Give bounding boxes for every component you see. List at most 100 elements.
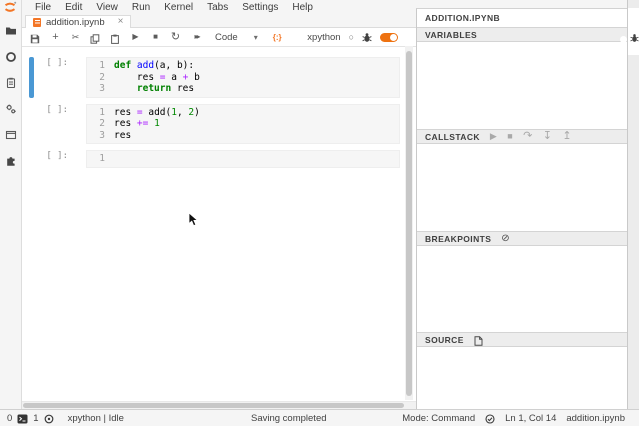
menu-kernel[interactable]: Kernel bbox=[157, 0, 200, 15]
line-number-gutter[interactable]: 2 bbox=[87, 72, 105, 84]
menu-help[interactable]: Help bbox=[285, 0, 320, 15]
step-over-icon[interactable]: ↷ bbox=[523, 130, 533, 143]
continue-icon[interactable]: ▶ bbox=[490, 130, 497, 143]
notebook-cell[interactable]: [ ]:1 bbox=[29, 150, 416, 168]
running-sessions-icon[interactable] bbox=[5, 51, 17, 63]
cell-type-value: Code bbox=[215, 32, 238, 43]
breakpoints-body bbox=[417, 246, 627, 332]
notebook-content: [ ]:1def add(a, b):2 res = a + b3 return… bbox=[22, 47, 416, 401]
file-browser-icon[interactable] bbox=[5, 25, 17, 37]
run-cell-button[interactable]: ▶ bbox=[130, 28, 141, 46]
cell-prompt: [ ]: bbox=[34, 150, 86, 168]
kernels-count[interactable]: 1 bbox=[33, 413, 38, 424]
save-status-message: Saving completed bbox=[251, 413, 327, 424]
interrupt-kernel-button[interactable]: ■ bbox=[150, 28, 161, 46]
code-line: res bbox=[105, 130, 131, 142]
cell-editor[interactable]: 1 bbox=[86, 150, 400, 168]
variables-label: VARIABLES bbox=[425, 30, 477, 40]
status-bar: 0 1 xpython | Idle Saving completed Mode… bbox=[0, 409, 639, 426]
jupyterlab-window: File Edit View Run Kernel Tabs Settings … bbox=[0, 0, 639, 426]
active-filename: addition.ipynb bbox=[566, 413, 625, 424]
notebook-file-icon bbox=[33, 18, 41, 27]
breakpoints-section-header[interactable]: BREAKPOINTS ⊘ bbox=[417, 231, 627, 246]
remove-all-breakpoints-icon[interactable]: ⊘ bbox=[501, 232, 510, 245]
jupyter-logo-icon bbox=[3, 1, 17, 14]
callstack-section-header[interactable]: CALLSTACK ▶ ■ ↷ ↧ ↥ bbox=[417, 129, 627, 144]
left-sidebar bbox=[0, 0, 22, 409]
line-number-gutter[interactable]: 2 bbox=[87, 118, 105, 130]
menu-tabs[interactable]: Tabs bbox=[200, 0, 235, 15]
kernel-badge: {:} bbox=[273, 33, 282, 42]
kernel-name-label[interactable]: xpython bbox=[307, 32, 340, 43]
line-number-gutter[interactable]: 1 bbox=[87, 60, 105, 72]
source-body bbox=[417, 347, 627, 409]
code-line: res += 1 bbox=[105, 118, 160, 130]
copy-cells-button[interactable] bbox=[90, 30, 101, 44]
line-number-gutter[interactable]: 3 bbox=[87, 130, 105, 142]
terminate-icon[interactable]: ■ bbox=[507, 130, 513, 143]
menu-file[interactable]: File bbox=[28, 0, 58, 15]
code-line: def add(a, b): bbox=[105, 60, 194, 72]
code-line: res = a + b bbox=[105, 72, 200, 84]
debugger-panel-title: ADDITION.IPYNB bbox=[417, 9, 627, 27]
right-sidebar-strip bbox=[627, 0, 639, 409]
bug-icon[interactable] bbox=[362, 32, 372, 43]
extensions-gears-icon[interactable] bbox=[5, 103, 17, 115]
sessions-window-icon[interactable] bbox=[5, 129, 17, 141]
debugger-sidebar-tab[interactable] bbox=[628, 8, 639, 55]
extension-manager-puzzle-icon[interactable] bbox=[5, 155, 17, 167]
cell-prompt: [ ]: bbox=[34, 57, 86, 98]
main-area: addition.ipynb × + ✂ bbox=[22, 15, 416, 409]
cell-list: [ ]:1def add(a, b):2 res = a + b3 return… bbox=[22, 47, 416, 168]
menu-run[interactable]: Run bbox=[125, 0, 157, 15]
notebook-cell[interactable]: [ ]:1def add(a, b):2 res = a + b3 return… bbox=[29, 57, 416, 98]
paste-cells-button[interactable] bbox=[110, 30, 121, 44]
code-line bbox=[105, 153, 120, 165]
callstack-label: CALLSTACK bbox=[425, 132, 480, 142]
vertical-scrollbar[interactable] bbox=[405, 46, 413, 400]
save-button[interactable] bbox=[30, 30, 41, 44]
menu-view[interactable]: View bbox=[89, 0, 125, 15]
command-mode-indicator[interactable]: Mode: Command bbox=[402, 413, 475, 424]
source-section-header[interactable]: SOURCE bbox=[417, 332, 627, 347]
kernel-status-icon: ○ bbox=[349, 32, 354, 42]
cursor-position-indicator[interactable]: Ln 1, Col 14 bbox=[505, 413, 556, 424]
line-number-gutter[interactable]: 3 bbox=[87, 83, 105, 95]
trust-check-icon bbox=[485, 413, 495, 424]
tab-label: addition.ipynb bbox=[46, 17, 105, 28]
notebook-tab[interactable]: addition.ipynb × bbox=[25, 15, 131, 28]
breakpoints-label: BREAKPOINTS bbox=[425, 234, 491, 244]
step-out-icon[interactable]: ↥ bbox=[562, 130, 572, 143]
chevron-down-icon: ▾ bbox=[254, 33, 258, 42]
variables-section-header[interactable]: VARIABLES bbox=[417, 27, 627, 42]
debugger-panel: ADDITION.IPYNB VARIABLES CALLSTACK ▶ ■ ↷… bbox=[416, 8, 627, 409]
terminals-count[interactable]: 0 bbox=[7, 413, 12, 424]
menu-settings[interactable]: Settings bbox=[235, 0, 285, 15]
cell-prompt: [ ]: bbox=[34, 104, 86, 145]
debugger-bug-icon bbox=[630, 33, 639, 43]
kernel-status-text[interactable]: xpython | Idle bbox=[68, 413, 124, 424]
add-cell-button[interactable]: + bbox=[50, 28, 61, 46]
restart-run-all-button[interactable]: ▸▸ bbox=[190, 28, 203, 46]
open-source-icon[interactable] bbox=[474, 334, 483, 346]
kernel-sessions-icon bbox=[44, 413, 54, 424]
notebook-cell[interactable]: [ ]:1res = add(1, 2)2res += 13res bbox=[29, 104, 416, 145]
cell-type-select[interactable]: Code ▾ bbox=[215, 32, 258, 43]
menu-edit[interactable]: Edit bbox=[58, 0, 89, 15]
line-number-gutter[interactable]: 1 bbox=[87, 153, 105, 165]
step-in-icon[interactable]: ↧ bbox=[543, 130, 553, 143]
cut-cells-button[interactable]: ✂ bbox=[70, 28, 81, 46]
code-line: res = add(1, 2) bbox=[105, 107, 200, 119]
horizontal-scrollbar[interactable] bbox=[22, 401, 416, 409]
property-inspector-icon[interactable] bbox=[5, 77, 17, 89]
source-label: SOURCE bbox=[425, 335, 464, 345]
tab-close-icon[interactable]: × bbox=[118, 17, 124, 27]
cell-editor[interactable]: 1res = add(1, 2)2res += 13res bbox=[86, 104, 400, 145]
code-line: return res bbox=[105, 83, 194, 95]
callstack-body bbox=[417, 144, 627, 231]
line-number-gutter[interactable]: 1 bbox=[87, 107, 105, 119]
debugger-toggle[interactable] bbox=[380, 33, 398, 42]
cell-editor[interactable]: 1def add(a, b):2 res = a + b3 return res bbox=[86, 57, 400, 98]
variables-body bbox=[417, 42, 627, 129]
restart-kernel-button[interactable]: ↻ bbox=[170, 28, 181, 46]
